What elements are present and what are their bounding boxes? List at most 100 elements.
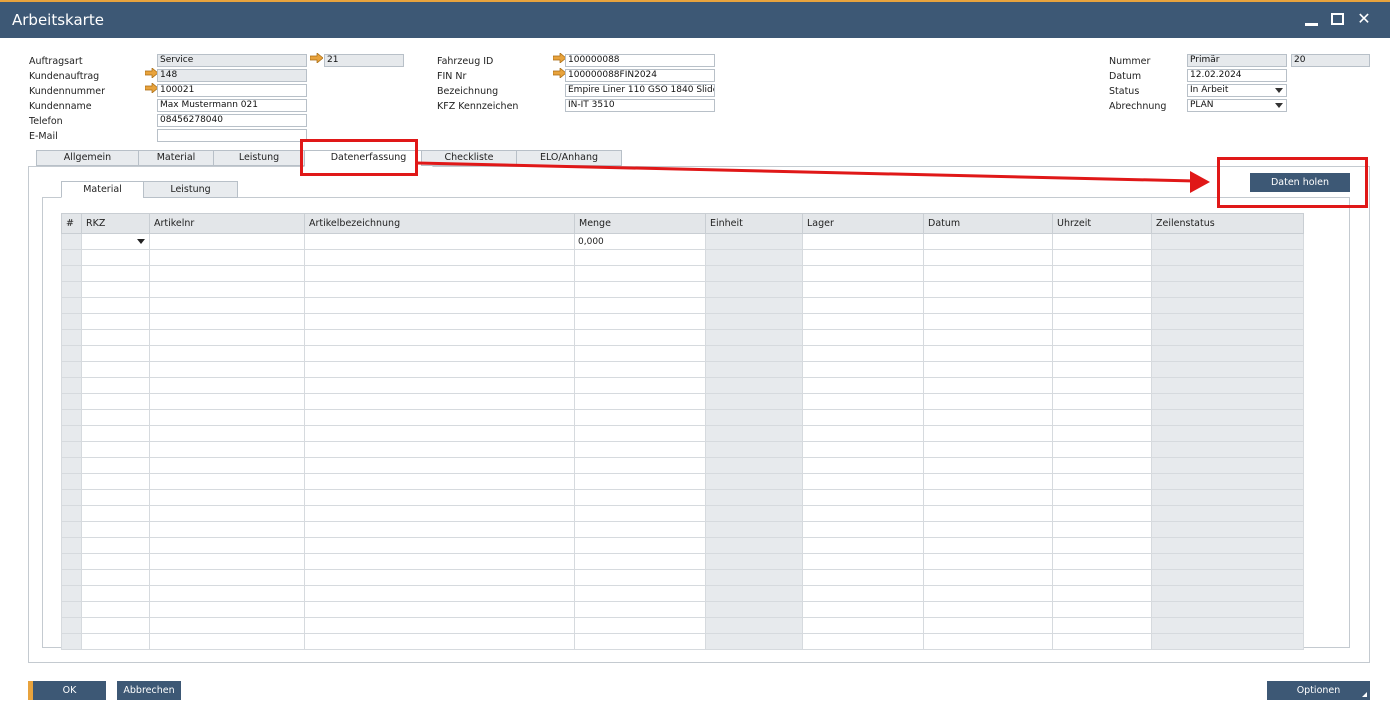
artikelnr-cell[interactable] bbox=[149, 633, 305, 650]
menge-cell[interactable] bbox=[574, 457, 706, 474]
rkz-cell[interactable] bbox=[81, 585, 150, 602]
artikelbezeichnung-cell[interactable] bbox=[304, 505, 575, 522]
column-header-zeilenstatus[interactable]: Zeilenstatus bbox=[1151, 213, 1304, 234]
rkz-cell[interactable] bbox=[81, 345, 150, 362]
artikelbezeichnung-cell[interactable] bbox=[304, 361, 575, 378]
lager-cell[interactable] bbox=[802, 233, 924, 250]
rkz-cell[interactable] bbox=[81, 393, 150, 410]
menge-cell[interactable] bbox=[574, 601, 706, 618]
lager-cell[interactable] bbox=[802, 249, 924, 266]
uhrzeit-cell[interactable] bbox=[1052, 361, 1152, 378]
menge-cell[interactable] bbox=[574, 441, 706, 458]
uhrzeit-cell[interactable] bbox=[1052, 505, 1152, 522]
menge-cell[interactable] bbox=[574, 489, 706, 506]
lager-cell[interactable] bbox=[802, 569, 924, 586]
uhrzeit-cell[interactable] bbox=[1052, 521, 1152, 538]
lager-cell[interactable] bbox=[802, 329, 924, 346]
menge-cell[interactable]: 0,000 bbox=[574, 233, 706, 250]
artikelbezeichnung-cell[interactable] bbox=[304, 617, 575, 634]
rkz-cell[interactable] bbox=[81, 521, 150, 538]
column-header-artikelbezeichnung[interactable]: Artikelbezeichnung bbox=[304, 213, 575, 234]
column-header-uhrzeit[interactable]: Uhrzeit bbox=[1052, 213, 1152, 234]
artikelbezeichnung-cell[interactable] bbox=[304, 265, 575, 282]
artikelbezeichnung-cell[interactable] bbox=[304, 633, 575, 650]
rkz-cell[interactable] bbox=[81, 457, 150, 474]
tab-material[interactable]: Material bbox=[138, 150, 214, 166]
uhrzeit-cell[interactable] bbox=[1052, 265, 1152, 282]
uhrzeit-cell[interactable] bbox=[1052, 313, 1152, 330]
menge-cell[interactable] bbox=[574, 409, 706, 426]
uhrzeit-cell[interactable] bbox=[1052, 345, 1152, 362]
datum-field[interactable]: 12.02.2024 bbox=[1187, 69, 1287, 82]
datum-cell[interactable] bbox=[923, 233, 1053, 250]
artikelbezeichnung-cell[interactable] bbox=[304, 249, 575, 266]
artikelnr-cell[interactable] bbox=[149, 313, 305, 330]
column-header-einheit[interactable]: Einheit bbox=[705, 213, 803, 234]
artikelnr-cell[interactable] bbox=[149, 585, 305, 602]
datum-cell[interactable] bbox=[923, 361, 1053, 378]
artikelnr-cell[interactable] bbox=[149, 425, 305, 442]
datum-cell[interactable] bbox=[923, 585, 1053, 602]
uhrzeit-cell[interactable] bbox=[1052, 633, 1152, 650]
artikelbezeichnung-cell[interactable] bbox=[304, 281, 575, 298]
artikelnr-cell[interactable] bbox=[149, 457, 305, 474]
menge-cell[interactable] bbox=[574, 265, 706, 282]
lager-cell[interactable] bbox=[802, 489, 924, 506]
column-header-lager[interactable]: Lager bbox=[802, 213, 924, 234]
lager-cell[interactable] bbox=[802, 265, 924, 282]
datum-cell[interactable] bbox=[923, 473, 1053, 490]
column-header-menge[interactable]: Menge bbox=[574, 213, 706, 234]
artikelnr-cell[interactable] bbox=[149, 249, 305, 266]
menge-cell[interactable] bbox=[574, 313, 706, 330]
rkz-cell[interactable] bbox=[81, 441, 150, 458]
datum-cell[interactable] bbox=[923, 297, 1053, 314]
artikelbezeichnung-cell[interactable] bbox=[304, 329, 575, 346]
artikelbezeichnung-cell[interactable] bbox=[304, 409, 575, 426]
menge-cell[interactable] bbox=[574, 505, 706, 522]
menge-cell[interactable] bbox=[574, 569, 706, 586]
datum-cell[interactable] bbox=[923, 441, 1053, 458]
lager-cell[interactable] bbox=[802, 377, 924, 394]
lager-cell[interactable] bbox=[802, 601, 924, 618]
lager-cell[interactable] bbox=[802, 393, 924, 410]
artikelnr-cell[interactable] bbox=[149, 393, 305, 410]
datum-cell[interactable] bbox=[923, 569, 1053, 586]
uhrzeit-cell[interactable] bbox=[1052, 409, 1152, 426]
artikelnr-cell[interactable] bbox=[149, 505, 305, 522]
link-arrow-icon[interactable] bbox=[310, 53, 323, 63]
uhrzeit-cell[interactable] bbox=[1052, 441, 1152, 458]
artikelbezeichnung-cell[interactable] bbox=[304, 601, 575, 618]
menge-cell[interactable] bbox=[574, 393, 706, 410]
rkz-cell[interactable] bbox=[81, 409, 150, 426]
lager-cell[interactable] bbox=[802, 313, 924, 330]
rkz-cell[interactable] bbox=[81, 281, 150, 298]
status-select[interactable]: In Arbeit bbox=[1187, 84, 1287, 97]
lager-cell[interactable] bbox=[802, 473, 924, 490]
menge-cell[interactable] bbox=[574, 617, 706, 634]
auftragsart-code-field[interactable]: 21 bbox=[324, 54, 404, 67]
rkz-cell[interactable] bbox=[81, 377, 150, 394]
rkz-cell[interactable] bbox=[81, 473, 150, 490]
tab-leistung[interactable]: Leistung bbox=[213, 150, 305, 166]
artikelbezeichnung-cell[interactable] bbox=[304, 297, 575, 314]
artikelnr-cell[interactable] bbox=[149, 361, 305, 378]
lager-cell[interactable] bbox=[802, 537, 924, 554]
lager-cell[interactable] bbox=[802, 345, 924, 362]
datum-cell[interactable] bbox=[923, 457, 1053, 474]
artikelbezeichnung-cell[interactable] bbox=[304, 553, 575, 570]
rkz-cell[interactable] bbox=[81, 329, 150, 346]
artikelbezeichnung-cell[interactable] bbox=[304, 377, 575, 394]
uhrzeit-cell[interactable] bbox=[1052, 329, 1152, 346]
datum-cell[interactable] bbox=[923, 601, 1053, 618]
rkz-cell[interactable] bbox=[81, 553, 150, 570]
uhrzeit-cell[interactable] bbox=[1052, 617, 1152, 634]
datum-cell[interactable] bbox=[923, 537, 1053, 554]
rkz-select-cell[interactable] bbox=[81, 233, 150, 250]
lager-cell[interactable] bbox=[802, 521, 924, 538]
artikelnr-cell[interactable] bbox=[149, 553, 305, 570]
artikelbezeichnung-cell[interactable] bbox=[304, 425, 575, 442]
datum-cell[interactable] bbox=[923, 505, 1053, 522]
artikelnr-cell[interactable] bbox=[149, 489, 305, 506]
uhrzeit-cell[interactable] bbox=[1052, 457, 1152, 474]
lager-cell[interactable] bbox=[802, 553, 924, 570]
